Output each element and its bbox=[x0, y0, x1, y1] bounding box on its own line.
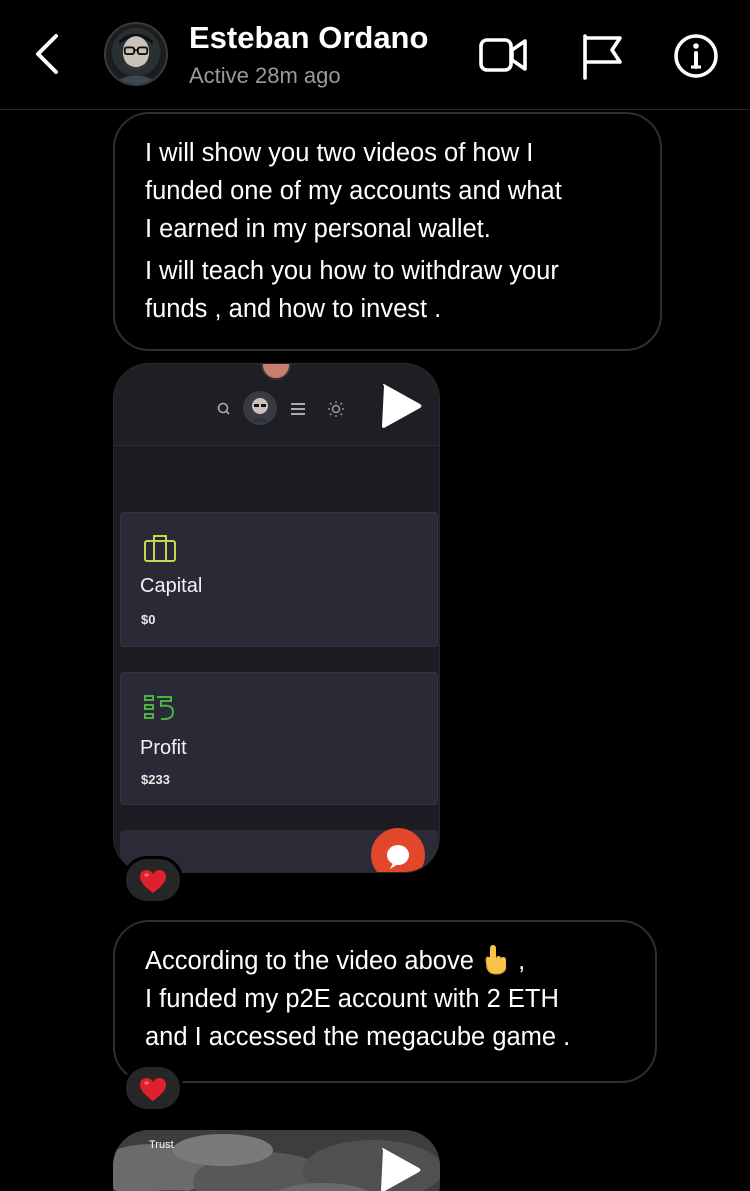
video-message-2[interactable]: Trust bbox=[113, 1130, 440, 1191]
mini-avatar bbox=[261, 364, 291, 380]
capital-card: Capital $0 bbox=[120, 512, 438, 647]
avatar-portrait-icon bbox=[106, 24, 166, 84]
flag-icon[interactable] bbox=[578, 30, 630, 82]
chat-support-button[interactable] bbox=[371, 828, 425, 872]
contact-name[interactable]: Esteban Ordano bbox=[189, 20, 428, 56]
info-icon[interactable] bbox=[670, 30, 722, 82]
message-line: funds , and how to invest . bbox=[145, 295, 442, 323]
message-line: and I accessed the megacube game . bbox=[145, 1023, 571, 1051]
message-line: According to the video above , bbox=[145, 942, 655, 980]
chat-bubble-icon bbox=[387, 845, 409, 869]
message-line: I earned in my personal wallet. bbox=[145, 215, 491, 243]
message-line: I funded my p2E account with 2 ETH bbox=[145, 985, 559, 1013]
message-line: I will show you two videos of how I bbox=[145, 139, 534, 167]
pointing-up-hand-icon bbox=[485, 945, 507, 975]
briefcase-icon bbox=[144, 535, 176, 562]
card-title: Capital bbox=[140, 575, 203, 597]
user-avatar-icon bbox=[243, 391, 277, 425]
active-status: Active 28m ago bbox=[189, 63, 341, 88]
heart-reaction[interactable] bbox=[123, 856, 183, 904]
message-bubble-2[interactable]: According to the video above , I funded … bbox=[113, 920, 657, 1083]
video-call-icon[interactable] bbox=[477, 30, 529, 82]
message-text: According to the video above bbox=[145, 947, 474, 975]
card-title: Profit bbox=[140, 737, 187, 759]
video-message-1[interactable]: Capital $0 Profit $233 bbox=[113, 363, 440, 873]
play-icon[interactable] bbox=[380, 382, 424, 430]
message-bubble-1[interactable]: I will show you two videos of how I fund… bbox=[113, 112, 662, 351]
heart-icon bbox=[140, 870, 166, 893]
message-line: funded one of my accounts and what bbox=[145, 177, 562, 205]
chat-header: Esteban Ordano Active 28m ago bbox=[0, 0, 750, 110]
play-icon[interactable] bbox=[379, 1146, 423, 1191]
message-line: I will teach you how to withdraw your bbox=[145, 257, 559, 285]
profit-icon bbox=[144, 695, 175, 721]
heart-reaction[interactable] bbox=[123, 1064, 183, 1112]
search-icon bbox=[217, 402, 230, 415]
avatar[interactable] bbox=[104, 22, 168, 86]
menu-icon bbox=[291, 403, 305, 415]
sun-icon bbox=[328, 401, 344, 417]
message-text: , bbox=[518, 947, 526, 975]
back-arrow-icon[interactable] bbox=[28, 30, 68, 78]
card-value: $0 bbox=[141, 612, 156, 627]
heart-icon bbox=[140, 1078, 166, 1101]
card-value: $233 bbox=[141, 772, 170, 787]
profit-card: Profit $233 bbox=[120, 672, 438, 805]
video-label: Trust bbox=[149, 1139, 174, 1151]
